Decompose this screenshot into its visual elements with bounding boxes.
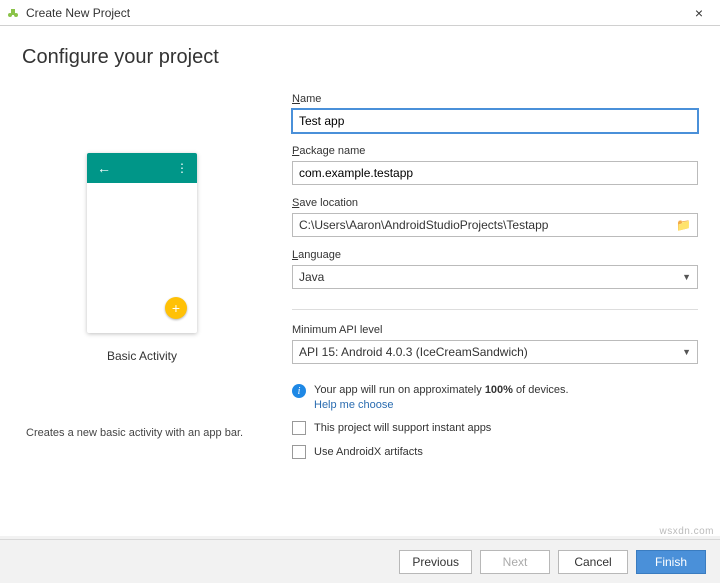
min-api-label: Minimum API level <box>292 324 698 336</box>
help-me-choose-link[interactable]: Help me choose <box>314 399 569 411</box>
content-row: ← ⋮ + Basic Activity Creates a new basic… <box>22 93 698 459</box>
name-input[interactable] <box>292 109 698 133</box>
package-field-group: Package name <box>292 145 698 185</box>
preview-column: ← ⋮ + Basic Activity Creates a new basic… <box>22 93 262 459</box>
instant-apps-checkbox[interactable] <box>292 421 306 435</box>
activity-preview: ← ⋮ + <box>87 153 197 333</box>
save-location-label: Save location <box>292 197 698 209</box>
api-info-text: Your app will run on approximately 100% … <box>314 384 569 411</box>
package-label: Package name <box>292 145 698 157</box>
androidx-row: Use AndroidX artifacts <box>292 445 698 459</box>
instant-apps-label: This project will support instant apps <box>314 422 491 434</box>
finish-button[interactable]: Finish <box>636 550 706 574</box>
min-api-field-group: Minimum API level API 15: Android 4.0.3 … <box>292 324 698 364</box>
min-api-select[interactable]: API 15: Android 4.0.3 (IceCreamSandwich)… <box>292 340 698 364</box>
next-button: Next <box>480 550 550 574</box>
min-api-value: API 15: Android 4.0.3 (IceCreamSandwich) <box>299 345 528 359</box>
android-studio-icon <box>6 6 20 20</box>
footer: Previous Next Cancel Finish <box>0 539 720 583</box>
main-panel: Configure your project ← ⋮ + Basic Activ… <box>0 26 720 536</box>
package-input[interactable] <box>292 161 698 185</box>
language-field-group: Language Java ▼ <box>292 249 698 289</box>
overflow-menu-icon: ⋮ <box>176 161 187 175</box>
previous-button[interactable]: Previous <box>399 550 472 574</box>
save-location-input[interactable]: C:\Users\Aaron\AndroidStudioProjects\Tes… <box>292 213 698 237</box>
preview-appbar: ← ⋮ <box>87 153 197 183</box>
page-title: Configure your project <box>22 46 698 69</box>
chevron-down-icon: ▼ <box>682 272 691 282</box>
name-label: Name <box>292 93 698 105</box>
watermark: wsxdn.com <box>659 526 714 537</box>
info-icon: i <box>292 384 306 398</box>
name-field-group: Name <box>292 93 698 133</box>
titlebar: Create New Project × <box>0 0 720 26</box>
back-arrow-icon: ← <box>97 160 111 176</box>
language-value: Java <box>299 270 324 284</box>
save-location-field-group: Save location C:\Users\Aaron\AndroidStud… <box>292 197 698 237</box>
fab-icon: + <box>165 297 187 319</box>
form-column: Name Package name Save location C:\Users… <box>292 93 698 459</box>
androidx-checkbox[interactable] <box>292 445 306 459</box>
close-icon[interactable]: × <box>684 5 714 21</box>
preview-label: Basic Activity <box>107 349 177 363</box>
language-label: Language <box>292 249 698 261</box>
instant-apps-row: This project will support instant apps <box>292 421 698 435</box>
save-location-value: C:\Users\Aaron\AndroidStudioProjects\Tes… <box>299 218 548 232</box>
chevron-down-icon: ▼ <box>682 347 691 357</box>
separator <box>292 309 698 310</box>
language-select[interactable]: Java ▼ <box>292 265 698 289</box>
api-info-row: i Your app will run on approximately 100… <box>292 384 698 411</box>
browse-folder-icon[interactable]: 📁 <box>676 218 691 232</box>
window-title: Create New Project <box>26 6 684 20</box>
cancel-button[interactable]: Cancel <box>558 550 628 574</box>
preview-description: Creates a new basic activity with an app… <box>22 427 262 439</box>
androidx-label: Use AndroidX artifacts <box>314 446 423 458</box>
